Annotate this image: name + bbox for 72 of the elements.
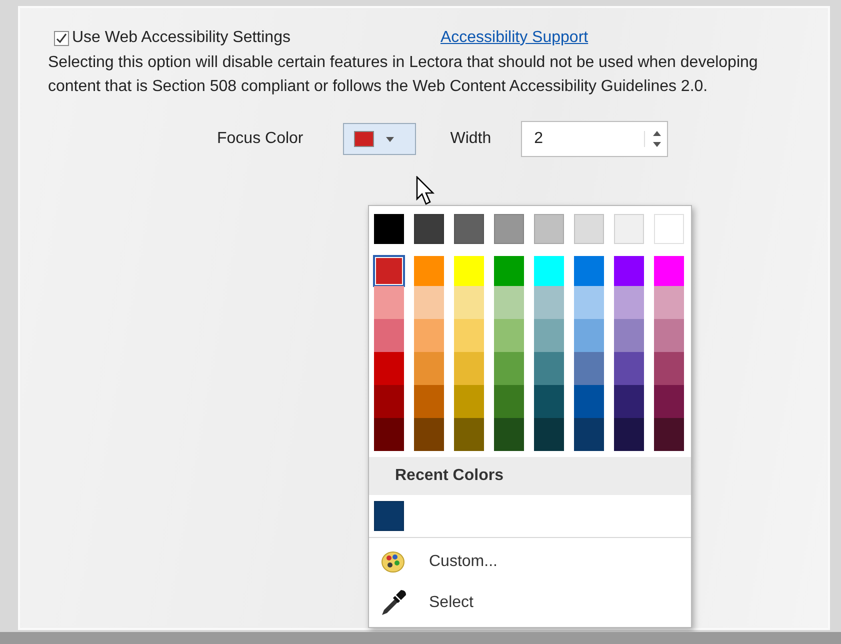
down-arrow-icon[interactable] — [653, 142, 662, 147]
color-swatch[interactable] — [494, 256, 524, 286]
color-swatch[interactable] — [574, 352, 604, 385]
color-swatch[interactable] — [454, 256, 484, 286]
color-swatch[interactable] — [534, 352, 564, 385]
color-swatch[interactable] — [654, 319, 684, 352]
up-arrow-icon[interactable] — [653, 131, 662, 136]
color-swatch[interactable] — [454, 352, 484, 385]
color-swatch[interactable] — [494, 214, 524, 244]
width-label: Width — [450, 130, 492, 148]
checkbox-label[interactable]: Use Web Accessibility Settings — [72, 29, 290, 47]
color-swatch[interactable] — [494, 418, 524, 451]
color-swatch[interactable] — [374, 319, 404, 352]
color-swatch[interactable] — [654, 256, 684, 286]
color-swatch[interactable] — [574, 214, 604, 244]
color-swatch[interactable] — [574, 256, 604, 286]
color-swatch[interactable] — [414, 256, 444, 286]
color-swatch[interactable] — [374, 385, 404, 418]
color-swatch[interactable] — [614, 256, 644, 286]
eyedropper-icon — [379, 588, 407, 616]
color-swatch[interactable] — [654, 214, 684, 244]
color-swatch[interactable] — [494, 352, 524, 385]
color-swatch[interactable] — [414, 385, 444, 418]
color-swatch[interactable] — [454, 385, 484, 418]
color-swatch[interactable] — [534, 319, 564, 352]
color-swatch[interactable] — [494, 385, 524, 418]
width-field[interactable]: 2 — [522, 130, 644, 148]
color-swatch[interactable] — [414, 214, 444, 244]
menu-item[interactable]: Select — [369, 582, 691, 623]
color-swatch[interactable] — [374, 418, 404, 451]
caret-icon — [386, 136, 394, 142]
color-swatch[interactable] — [414, 352, 444, 385]
color-swatch[interactable] — [654, 286, 684, 319]
description-text: Selecting this option will disable certain features in Lectora that should not be used when developing content that is Section 508 compliant or follows the Web Content Accessibility Guidelines 2.0. — [48, 53, 759, 97]
color-swatch[interactable] — [654, 352, 684, 385]
color-swatch[interactable] — [614, 385, 644, 418]
color-swatch[interactable] — [574, 319, 604, 352]
color-swatch[interactable] — [374, 501, 404, 531]
color-swatch[interactable] — [454, 319, 484, 352]
color-swatch[interactable] — [454, 214, 484, 244]
recent-colors-header: Recent Colors — [369, 457, 691, 495]
color-swatch[interactable] — [534, 214, 564, 244]
color-swatch[interactable] — [414, 418, 444, 451]
color-swatch[interactable] — [534, 256, 564, 286]
width-spinner[interactable]: 2 — [521, 121, 668, 157]
color-swatch[interactable] — [494, 286, 524, 319]
checkbox[interactable] — [54, 30, 69, 46]
focus-color-label: Focus Color — [217, 130, 304, 148]
color-swatch[interactable] — [454, 418, 484, 451]
color-swatch[interactable] — [614, 418, 644, 451]
color-swatch[interactable] — [374, 214, 404, 244]
color-swatch[interactable] — [654, 385, 684, 418]
color-swatch[interactable] — [494, 319, 524, 352]
color-dropdown[interactable] — [343, 123, 416, 155]
color-swatch[interactable] — [574, 385, 604, 418]
color-swatch[interactable] — [574, 418, 604, 451]
color-swatch[interactable] — [614, 352, 644, 385]
color-swatch[interactable] — [374, 286, 404, 319]
menu-item[interactable]: Custom... — [369, 541, 691, 582]
color-swatch[interactable] — [614, 286, 644, 319]
color-swatch[interactable] — [414, 286, 444, 319]
color-swatch[interactable] — [614, 214, 644, 244]
color-swatch[interactable] — [374, 352, 404, 385]
color-swatch[interactable] — [534, 286, 564, 319]
color-swatch[interactable] — [534, 385, 564, 418]
color-swatch[interactable] — [454, 286, 484, 319]
color-swatch[interactable] — [654, 418, 684, 451]
color-swatch[interactable] — [574, 286, 604, 319]
color-swatch[interactable] — [414, 319, 444, 352]
color-swatch[interactable] — [614, 319, 644, 352]
support-link[interactable]: Accessibility Support — [440, 29, 588, 47]
color-swatch[interactable] — [534, 418, 564, 451]
